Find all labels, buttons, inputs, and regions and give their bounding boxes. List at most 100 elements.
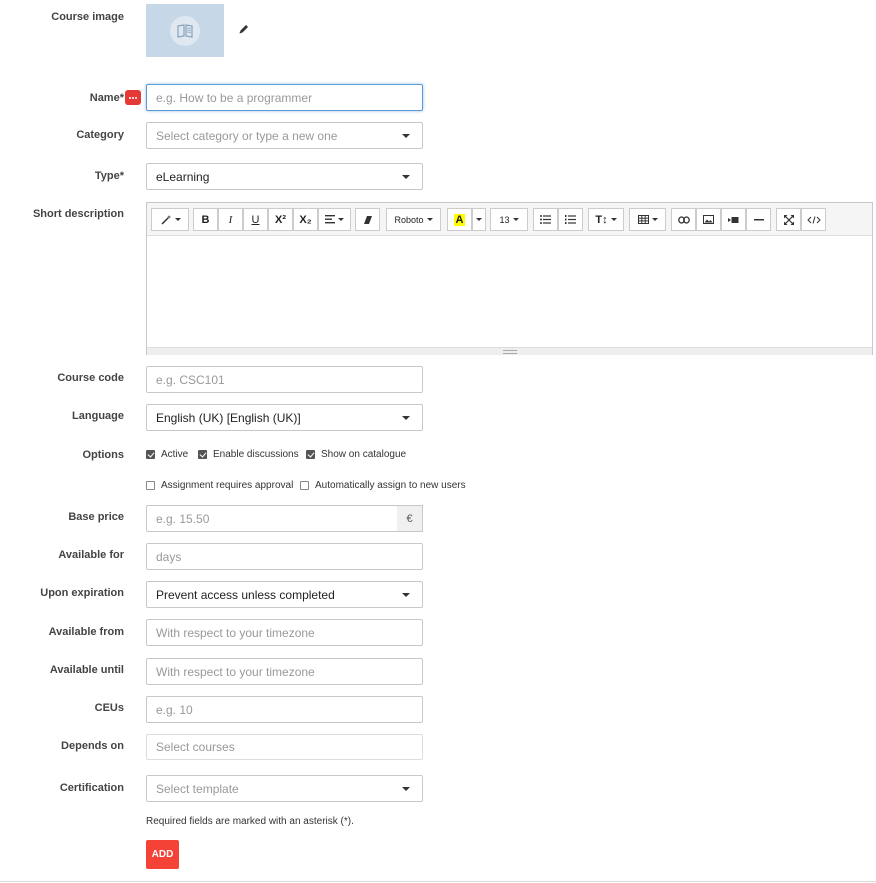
editor-resize-handle[interactable]: [147, 347, 872, 355]
available-from-input[interactable]: With respect to your timezone: [146, 619, 423, 646]
table-button[interactable]: [629, 208, 666, 231]
enable-discussions-checkbox-label: Enable discussions: [213, 449, 299, 460]
available-from-placeholder: With respect to your timezone: [156, 625, 315, 640]
available-for-input[interactable]: days: [146, 543, 423, 570]
editor-toolbar: B I U X² X₂ Roboto A 13 T↕: [147, 203, 872, 236]
checkbox-unchecked-icon: [300, 481, 309, 490]
upon-expiration-value: Prevent access unless completed: [156, 587, 335, 602]
ceus-placeholder: e.g. 10: [156, 702, 193, 717]
available-from-label: Available from: [48, 626, 124, 638]
course-image-label: Course image: [51, 11, 124, 23]
show-on-catalogue-checkbox[interactable]: Show on catalogue: [306, 449, 406, 460]
category-placeholder: Select category or type a new one: [156, 128, 338, 143]
required-fields-note: Required fields are marked with an aster…: [146, 816, 354, 827]
type-label: Type*: [94, 170, 124, 182]
language-label: Language: [72, 410, 124, 422]
name-label: Name*: [89, 92, 124, 104]
video-button[interactable]: [721, 208, 746, 231]
assignment-requires-approval-checkbox[interactable]: Assignment requires approval: [146, 480, 293, 491]
align-left-icon: [325, 215, 335, 224]
currency-addon: €: [397, 505, 423, 532]
available-until-label: Available until: [49, 664, 124, 676]
code-view-button[interactable]: [801, 208, 826, 231]
options-label: Options: [82, 449, 124, 461]
active-checkbox[interactable]: Active: [146, 449, 188, 460]
edit-pencil-icon[interactable]: [238, 22, 250, 40]
font-size-select[interactable]: 13: [490, 208, 528, 231]
horizontal-rule-icon: [753, 218, 764, 220]
enable-discussions-checkbox[interactable]: Enable discussions: [198, 449, 299, 460]
subscript-button[interactable]: X₂: [293, 208, 318, 231]
available-for-label: Available for: [58, 549, 124, 561]
code-icon: [806, 215, 821, 224]
table-icon: [637, 215, 649, 224]
line-height-button[interactable]: T↕: [588, 208, 624, 231]
font-family-select[interactable]: Roboto: [386, 208, 441, 231]
link-button[interactable]: [671, 208, 696, 231]
underline-button[interactable]: U: [243, 208, 268, 231]
video-icon: [728, 216, 739, 223]
superscript-button[interactable]: X²: [268, 208, 293, 231]
ceus-label: CEUs: [94, 702, 124, 714]
base-price-label: Base price: [68, 511, 124, 523]
checkbox-checked-icon: [146, 450, 155, 459]
link-icon: [677, 215, 690, 224]
short-description-label: Short description: [32, 208, 124, 220]
font-color-button[interactable]: A: [447, 208, 472, 231]
divider: [0, 881, 876, 882]
course-image[interactable]: [146, 4, 224, 57]
more-options-icon[interactable]: [125, 90, 141, 105]
type-value: eLearning: [156, 169, 210, 184]
font-size-value: 13: [499, 214, 510, 225]
available-until-placeholder: With respect to your timezone: [156, 664, 315, 679]
name-input[interactable]: e.g. How to be a programmer: [146, 84, 423, 111]
category-select[interactable]: Select category or type a new one: [146, 122, 423, 149]
available-for-placeholder: days: [156, 549, 182, 564]
clear-format-button[interactable]: [355, 208, 380, 231]
chevron-down-icon: [402, 174, 410, 179]
italic-button[interactable]: I: [218, 208, 243, 231]
eraser-icon: [363, 215, 372, 224]
certification-label: Certification: [59, 782, 124, 794]
depends-on-label: Depends on: [61, 740, 124, 752]
bullet-list-button[interactable]: [533, 208, 558, 231]
bold-button[interactable]: B: [193, 208, 218, 231]
chevron-down-icon: [402, 786, 410, 791]
line-height-label: T↕: [595, 213, 608, 226]
auto-assign-new-users-checkbox-label: Automatically assign to new users: [315, 480, 466, 491]
active-checkbox-label: Active: [161, 449, 189, 460]
horizontal-rule-button[interactable]: [746, 208, 771, 231]
font-color-dropdown[interactable]: [472, 208, 486, 231]
type-select[interactable]: eLearning: [146, 163, 423, 190]
checkbox-checked-icon: [306, 450, 315, 459]
certification-select[interactable]: Select template: [146, 775, 423, 802]
bullet-list-icon: [540, 215, 551, 224]
numbered-list-button[interactable]: [558, 208, 583, 231]
checkbox-unchecked-icon: [146, 481, 155, 490]
font-color-letter: A: [453, 213, 466, 226]
language-select[interactable]: English (UK) [English (UK)]: [146, 404, 423, 431]
base-price-input[interactable]: e.g. 15.50: [146, 505, 398, 532]
course-code-label: Course code: [57, 372, 124, 384]
show-on-catalogue-checkbox-label: Show on catalogue: [321, 449, 407, 460]
numbered-list-icon: [565, 215, 576, 224]
ceus-input[interactable]: e.g. 10: [146, 696, 423, 723]
add-button[interactable]: ADD: [146, 840, 179, 869]
image-icon: [703, 215, 714, 224]
category-label: Category: [76, 129, 124, 141]
depends-on-input[interactable]: Select courses: [146, 734, 423, 760]
upon-expiration-select[interactable]: Prevent access unless completed: [146, 581, 423, 608]
editor-text-area[interactable]: [147, 236, 872, 347]
assignment-requires-approval-checkbox-label: Assignment requires approval: [161, 480, 294, 491]
course-code-input[interactable]: e.g. CSC101: [146, 366, 423, 393]
rich-text-editor[interactable]: B I U X² X₂ Roboto A 13 T↕: [146, 202, 873, 355]
available-until-input[interactable]: With respect to your timezone: [146, 658, 423, 685]
base-price-placeholder: e.g. 15.50: [156, 511, 210, 526]
fullscreen-button[interactable]: [776, 208, 801, 231]
image-button[interactable]: [696, 208, 721, 231]
align-button[interactable]: [318, 208, 351, 231]
course-code-placeholder: e.g. CSC101: [156, 372, 225, 387]
magic-wand-button[interactable]: [151, 208, 189, 231]
book-icon: [170, 15, 200, 46]
auto-assign-new-users-checkbox[interactable]: Automatically assign to new users: [300, 480, 466, 491]
